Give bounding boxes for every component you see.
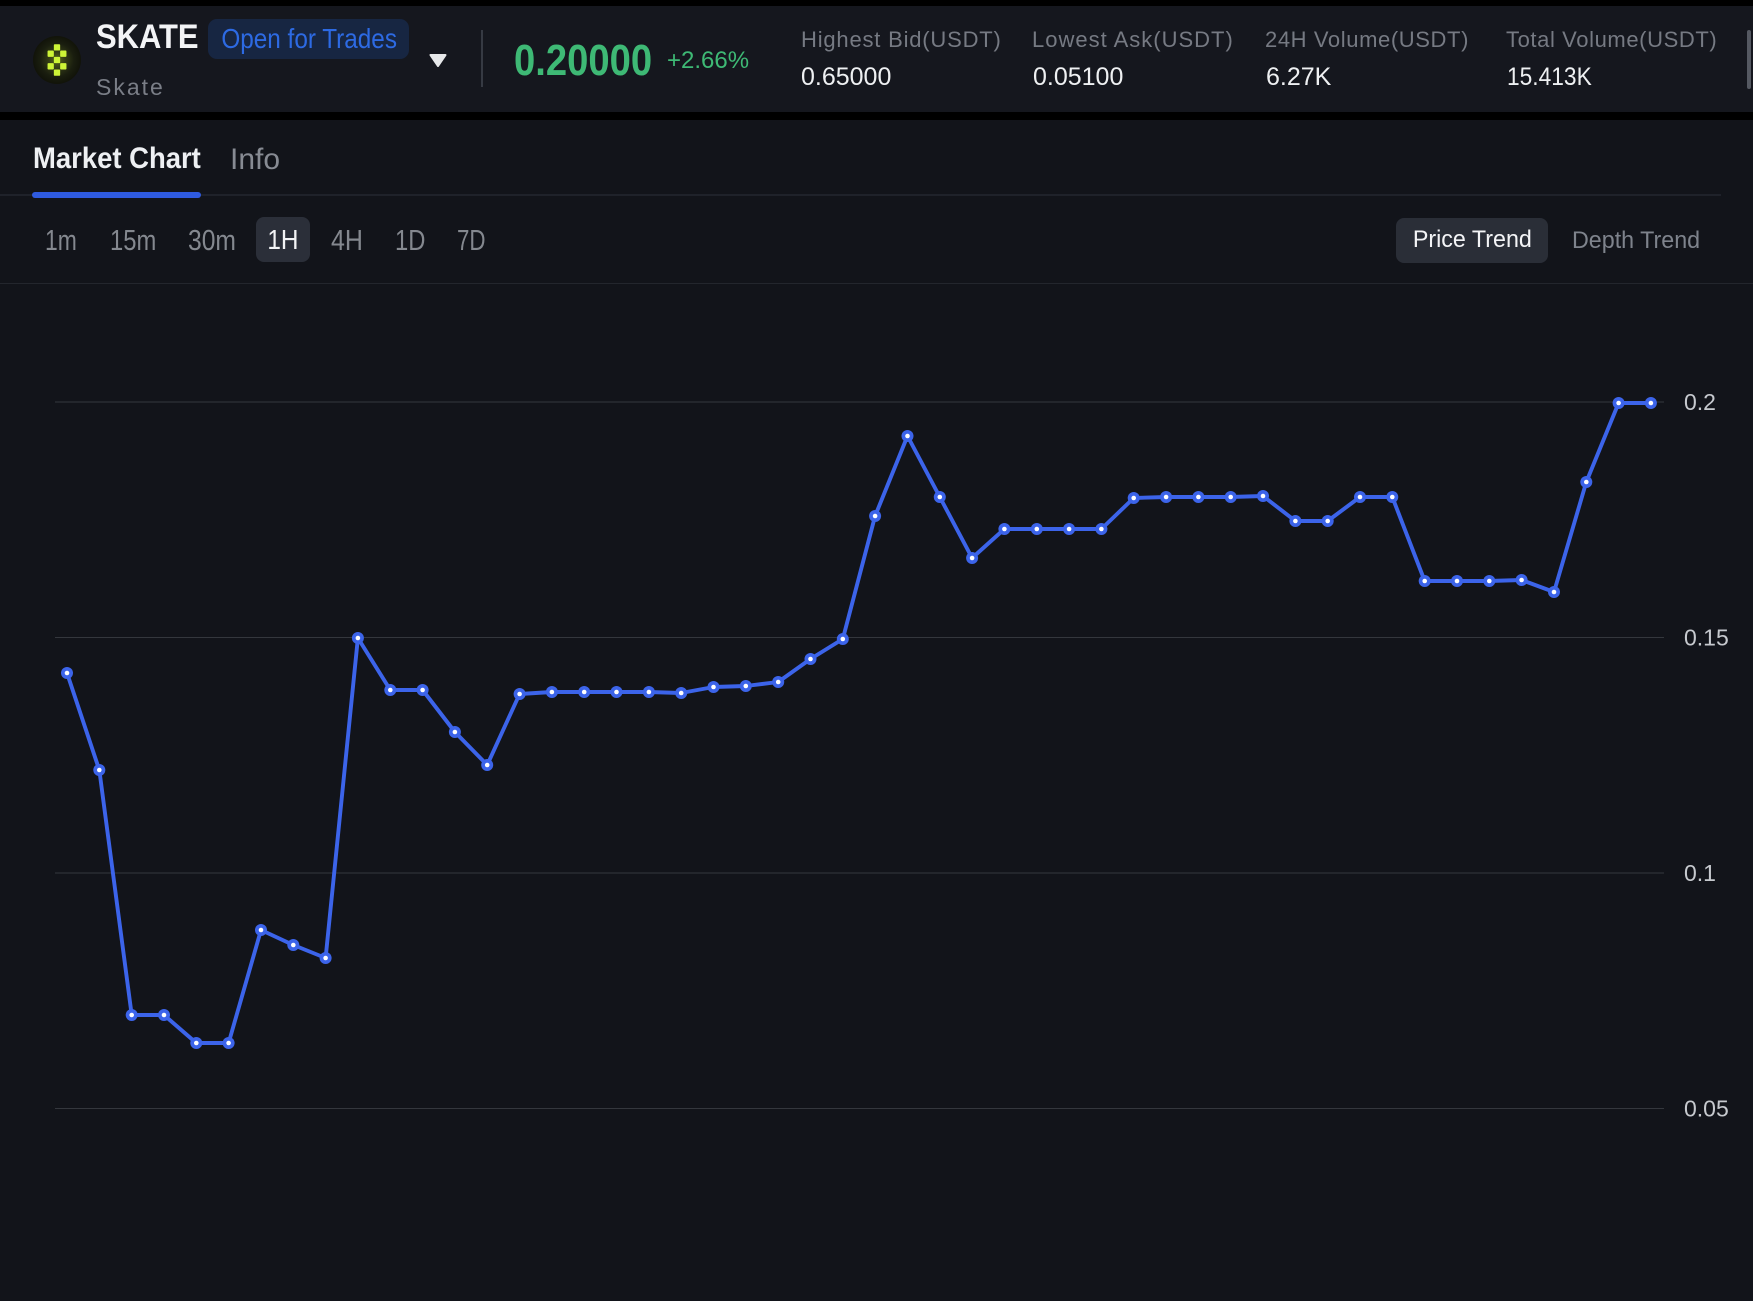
- svg-text:0.1: 0.1: [1684, 860, 1716, 886]
- svg-text:0.15: 0.15: [1684, 625, 1729, 651]
- svg-text:0.05: 0.05: [1684, 1096, 1729, 1122]
- svg-text:0.2: 0.2: [1684, 389, 1716, 415]
